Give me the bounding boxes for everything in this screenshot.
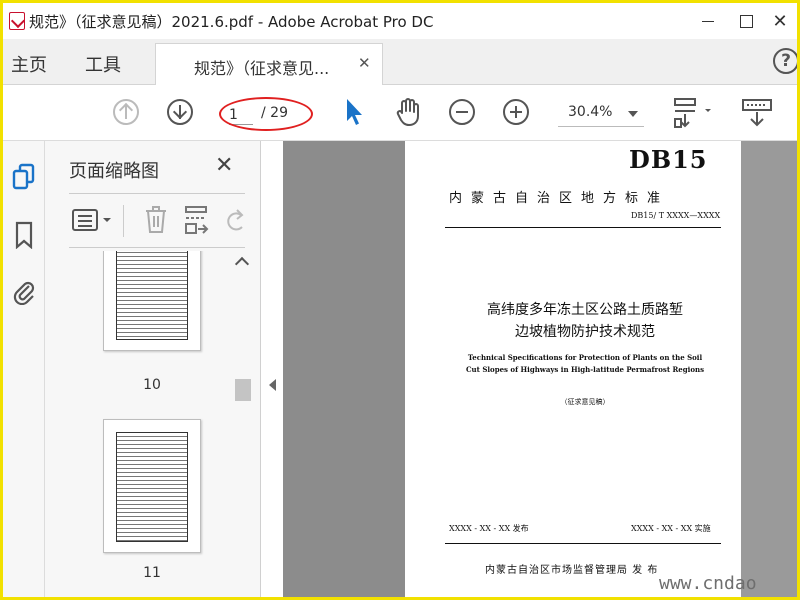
close-window-button[interactable]: ✕: [765, 9, 795, 33]
page-thumbnail[interactable]: [103, 251, 201, 351]
chevron-down-icon: [628, 111, 638, 117]
doc-english-title-line2: Cut Slopes of Highways in High-latitude …: [465, 365, 705, 374]
next-page-button[interactable]: [167, 99, 193, 125]
thumbnail-panel: 页面缩略图 ✕ 10 11: [45, 141, 261, 597]
menu-home[interactable]: 主页: [11, 51, 47, 77]
select-tool-icon[interactable]: [343, 97, 367, 127]
doc-standard-number: DB15/ T XXXX—XXXX: [631, 211, 721, 220]
doc-draft-label: （征求意见稿）: [560, 398, 610, 406]
doc-implement-date: XXXX - XX - XX 实施: [631, 524, 711, 533]
thumbnail-scrollbar[interactable]: [233, 251, 253, 597]
thumbnail-page-label: 11: [143, 565, 161, 581]
previous-page-button[interactable]: [113, 99, 139, 125]
page-thumbnail[interactable]: [103, 419, 201, 553]
document-tab[interactable]: 规范》（征求意见... ✕: [155, 43, 383, 85]
doc-issuer: 内蒙古自治区市场监督管理局 发 布: [485, 565, 659, 576]
maximize-button[interactable]: [731, 9, 761, 33]
zoom-in-button[interactable]: [503, 99, 529, 125]
doc-title-line1: 高纬度多年冻土区公路土质路堑: [487, 302, 683, 318]
collapse-left-icon[interactable]: [269, 379, 276, 391]
navigation-rail: [3, 141, 45, 597]
doc-english-title-line1: Technical Specifications for Protection …: [467, 353, 703, 362]
insert-page-icon[interactable]: [183, 205, 211, 235]
thumbnail-content: [116, 251, 188, 340]
attachment-icon[interactable]: [11, 277, 37, 305]
zoom-out-button[interactable]: [449, 99, 475, 125]
panel-toolbar: [69, 201, 245, 241]
minimize-button[interactable]: [693, 9, 723, 33]
page-thumbnails-icon[interactable]: [11, 163, 37, 191]
panel-collapse-strip: [261, 141, 283, 597]
window-title: 规范》（征求意见稿）2021.6.pdf - Adobe Acrobat Pro…: [29, 13, 434, 31]
doc-title-line2: 边坡植物防护技术规范: [515, 324, 655, 340]
highlight-ellipse: [219, 97, 313, 131]
tab-bar: 主页 工具 规范》（征求意见... ✕ ?: [3, 39, 797, 85]
panel-title: 页面缩略图: [69, 161, 159, 182]
hand-tool-icon[interactable]: [393, 97, 423, 127]
app-window: 规范》（征求意见稿）2021.6.pdf - Adobe Acrobat Pro…: [0, 0, 800, 600]
doc-standard-type: 内蒙古自治区地方标准: [449, 191, 670, 206]
close-panel-icon[interactable]: ✕: [215, 153, 233, 178]
main-toolbar: / 29 30.4%: [3, 85, 797, 141]
watermark: www.cndao: [659, 573, 757, 594]
document-view[interactable]: DB15 内蒙古自治区地方标准 DB15/ T XXXX—XXXX 高纬度多年冻…: [283, 141, 797, 597]
menu-tools[interactable]: 工具: [85, 51, 121, 77]
zoom-dropdown[interactable]: 30.4%: [558, 99, 644, 127]
acrobat-logo-icon: [9, 12, 25, 30]
arrow-up-head: [118, 102, 134, 118]
read-mode-icon[interactable]: [741, 97, 773, 129]
help-icon[interactable]: ?: [773, 48, 797, 74]
thumbnail-list: 10 11: [45, 251, 261, 597]
arrow-down-head: [172, 104, 188, 120]
thumbnail-page-label: 10: [143, 377, 161, 393]
rotate-icon[interactable]: [225, 207, 247, 233]
document-page: DB15 内蒙古自治区地方标准 DB15/ T XXXX—XXXX 高纬度多年冻…: [405, 141, 741, 597]
document-tab-label: 规范》（征求意见...: [194, 59, 330, 78]
thumbnail-content: [116, 432, 188, 542]
divider: [123, 205, 124, 237]
divider: [69, 193, 245, 194]
scroll-up-icon[interactable]: [234, 256, 250, 272]
minus-icon: [456, 111, 468, 113]
scroll-thumb[interactable]: [235, 379, 251, 401]
page-gutter: [741, 141, 797, 597]
zoom-value: 30.4%: [568, 104, 613, 120]
doc-code: DB15: [629, 145, 708, 174]
title-bar: 规范》（征求意见稿）2021.6.pdf - Adobe Acrobat Pro…: [3, 3, 797, 39]
trash-icon[interactable]: [143, 205, 169, 235]
bookmark-icon[interactable]: [11, 221, 37, 249]
plus-icon-v: [515, 106, 517, 118]
doc-publish-date: XXXX - XX - XX 发布: [449, 524, 529, 533]
divider: [69, 247, 245, 248]
fit-page-icon[interactable]: [671, 97, 715, 129]
doc-divider: [445, 227, 721, 228]
doc-divider: [445, 543, 721, 544]
close-tab-icon[interactable]: ✕: [358, 54, 371, 72]
options-menu-icon[interactable]: [71, 207, 115, 233]
